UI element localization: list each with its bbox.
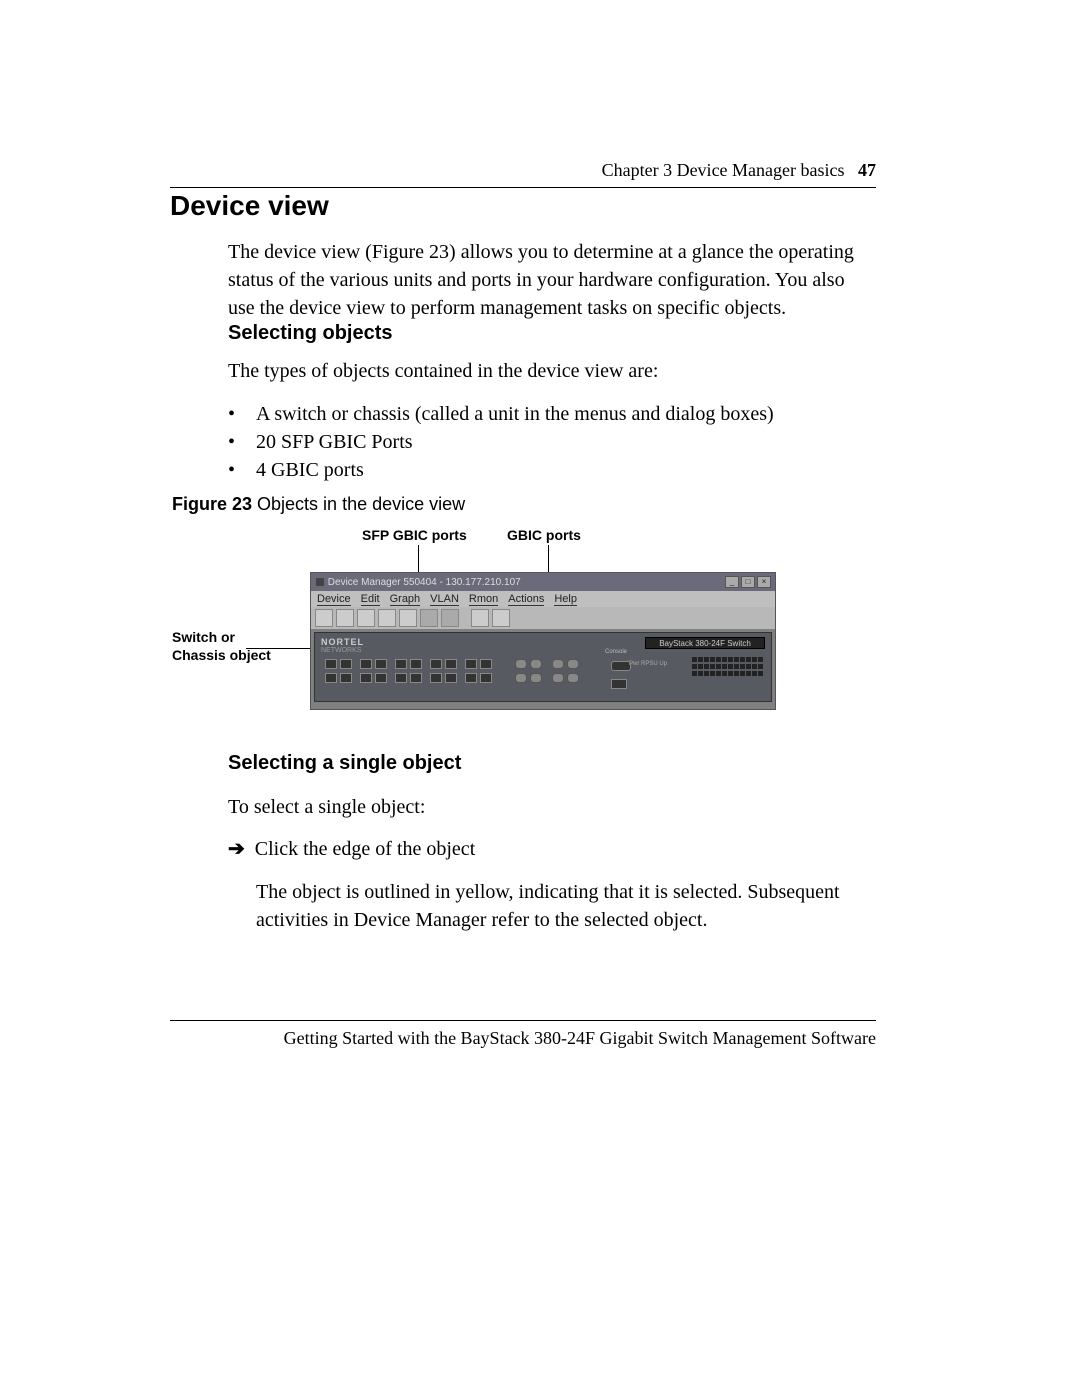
sfp-port[interactable] (395, 659, 407, 669)
gbic-port[interactable] (567, 673, 579, 683)
app-icon (315, 577, 325, 588)
sfp-gbic-port-block (325, 659, 492, 683)
section-title: Device view (170, 190, 329, 222)
menu-help[interactable]: Help (554, 593, 577, 606)
toolbar-button[interactable] (492, 609, 510, 627)
instruction-text: Click the edge of the object (255, 838, 475, 860)
sfp-port[interactable] (375, 659, 387, 669)
menu-graph[interactable]: Graph (390, 593, 421, 606)
menu-actions[interactable]: Actions (508, 593, 544, 606)
sfp-port[interactable] (465, 673, 477, 683)
document-page: Chapter 3 Device Manager basics 47 Devic… (0, 0, 1080, 1397)
gbic-port[interactable] (530, 659, 542, 669)
page-number: 47 (858, 160, 876, 180)
gbic-port-block (515, 659, 579, 683)
toolbar-button[interactable] (357, 609, 375, 627)
maximize-button[interactable]: □ (741, 576, 755, 588)
callout-label-chassis: Switch or Chassis object (172, 628, 272, 664)
menu-device[interactable]: Device (317, 593, 351, 606)
gbic-port[interactable] (515, 673, 527, 683)
model-badge: BayStack 380-24F Switch (645, 637, 765, 649)
gbic-port[interactable] (552, 673, 564, 683)
sfp-port[interactable] (410, 673, 422, 683)
instruction-step: ➔ Click the edge of the object (228, 836, 475, 861)
list-item: A switch or chassis (called a unit in th… (228, 400, 858, 428)
toolbar-button[interactable] (378, 609, 396, 627)
footer-text: Getting Started with the BayStack 380-24… (170, 1028, 876, 1049)
sfp-port[interactable] (410, 659, 422, 669)
list-item: 4 GBIC ports (228, 456, 858, 484)
objects-intro: The types of objects contained in the de… (228, 360, 858, 383)
toolbar-button[interactable] (441, 609, 459, 627)
sfp-port[interactable] (480, 659, 492, 669)
gbic-port[interactable] (552, 659, 564, 669)
sfp-port[interactable] (360, 673, 372, 683)
sfp-port[interactable] (430, 673, 442, 683)
subheading-selecting-objects: Selecting objects (228, 322, 393, 345)
sfp-port[interactable] (375, 673, 387, 683)
sfp-port[interactable] (480, 673, 492, 683)
sfp-port[interactable] (395, 673, 407, 683)
callout-label-sfp: SFP GBIC ports (362, 527, 467, 543)
callout-line-chassis (246, 648, 318, 649)
sfp-port[interactable] (340, 659, 352, 669)
subheading-selecting-single: Selecting a single object (228, 752, 461, 775)
window-title: Device Manager 550404 - 130.177.210.107 (328, 577, 521, 588)
chapter-label: Chapter 3 Device Manager basics (602, 160, 845, 180)
intro-paragraph: The device view (Figure 23) allows you t… (228, 238, 858, 322)
arrow-icon: ➔ (228, 838, 245, 860)
menu-rmon[interactable]: Rmon (469, 593, 498, 606)
toolbar-button[interactable] (471, 609, 489, 627)
sfp-port[interactable] (465, 659, 477, 669)
sfp-port[interactable] (445, 673, 457, 683)
console-label: Console (605, 649, 627, 655)
window-titlebar: Device Manager 550404 - 130.177.210.107 … (311, 573, 775, 591)
gbic-port[interactable] (567, 659, 579, 669)
toolbar-button[interactable] (420, 609, 438, 627)
single-select-intro: To select a single object: (228, 796, 425, 819)
sfp-port[interactable] (430, 659, 442, 669)
gbic-port[interactable] (515, 659, 527, 669)
sfp-port[interactable] (325, 659, 337, 669)
sfp-port[interactable] (340, 673, 352, 683)
gbic-port[interactable] (530, 673, 542, 683)
footer-rule (170, 1020, 876, 1021)
device-manager-window: Device Manager 550404 - 130.177.210.107 … (310, 572, 776, 710)
sfp-port[interactable] (445, 659, 457, 669)
toolbar-button[interactable] (399, 609, 417, 627)
object-types-list: A switch or chassis (called a unit in th… (228, 400, 858, 484)
close-button[interactable]: × (757, 576, 771, 588)
selection-result-paragraph: The object is outlined in yellow, indica… (256, 878, 856, 934)
list-item: 20 SFP GBIC Ports (228, 428, 858, 456)
sfp-port[interactable] (325, 673, 337, 683)
running-header: Chapter 3 Device Manager basics 47 (170, 160, 876, 188)
figure-caption: Figure 23 Objects in the device view (172, 494, 465, 515)
brand-label: NORTEL (321, 637, 364, 647)
menu-vlan[interactable]: VLAN (430, 593, 459, 606)
toolbar-button[interactable] (315, 609, 333, 627)
chassis-object[interactable]: NORTEL NETWORKS BayStack 380-24F Switch … (314, 632, 772, 702)
led-labels: Pwr RPSU Up (629, 659, 667, 669)
minimize-button[interactable]: _ (725, 576, 739, 588)
figure-number: Figure 23 (172, 494, 252, 514)
callout-label-gbic: GBIC ports (507, 527, 581, 543)
menu-edit[interactable]: Edit (361, 593, 380, 606)
figure-title: Objects in the device view (252, 494, 465, 514)
menu-bar: Device Edit Graph VLAN Rmon Actions Help (311, 591, 775, 607)
link-activity-icon (611, 679, 627, 689)
sfp-port[interactable] (360, 659, 372, 669)
status-led-grid (692, 657, 763, 676)
brand-sublabel: NETWORKS (321, 647, 361, 654)
toolbar (311, 607, 775, 629)
toolbar-button[interactable] (336, 609, 354, 627)
